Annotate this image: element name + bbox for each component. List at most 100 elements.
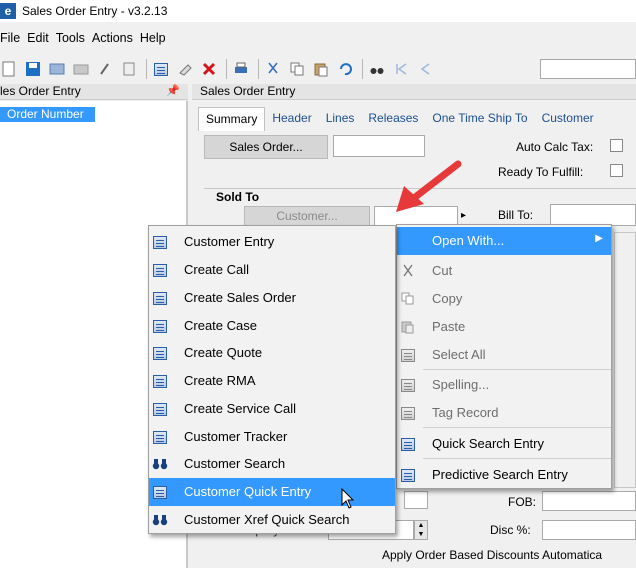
- copy-icon[interactable]: [288, 60, 306, 78]
- tag-icon: [400, 405, 416, 421]
- toolbar-separator: [146, 59, 147, 79]
- submenu-item-create-sales-order[interactable]: Create Sales Order: [149, 284, 395, 312]
- submenu-item-customer-quick-entry[interactable]: Customer Quick Entry: [149, 478, 395, 506]
- submenu-item-create-service-call[interactable]: Create Service Call: [149, 395, 395, 423]
- menu-item-copy[interactable]: Copy: [397, 285, 611, 313]
- menu-item-cut[interactable]: Cut: [397, 257, 611, 285]
- bill-to-label: Bill To:: [498, 208, 534, 222]
- fob-label: FOB:: [508, 495, 537, 509]
- paste-icon: [400, 319, 416, 335]
- submenu-item-customer-xref-quick-search[interactable]: Customer Xref Quick Search: [149, 506, 395, 534]
- print-icon[interactable]: [232, 60, 250, 78]
- menu-separator: [423, 427, 611, 428]
- fob-input[interactable]: [542, 491, 636, 511]
- submenu-item-customer-search[interactable]: Customer Search: [149, 450, 395, 478]
- auto-calc-tax-label: Auto Calc Tax:: [516, 140, 594, 154]
- submenu-item-create-rma[interactable]: Create RMA: [149, 367, 395, 395]
- cut-icon[interactable]: [264, 60, 282, 78]
- menu-item-paste[interactable]: Paste: [397, 313, 611, 341]
- submenu-item-customer-tracker[interactable]: Customer Tracker: [149, 423, 395, 451]
- grid-icon: [152, 234, 168, 250]
- sold-to-label: Sold To: [216, 190, 260, 204]
- binoculars-icon[interactable]: [368, 60, 386, 78]
- chevron-right-icon: ▶: [595, 233, 603, 244]
- annotation-arrow-icon: [396, 160, 462, 212]
- tab-releases[interactable]: Releases: [361, 107, 425, 131]
- grid-icon: [152, 401, 168, 417]
- tab-one-time-ship-to[interactable]: One Time Ship To: [425, 107, 534, 131]
- copy-icon: [400, 291, 416, 307]
- toolbar-separator: [226, 59, 227, 79]
- menu-item-select-all[interactable]: Select All: [397, 341, 611, 369]
- tab-summary[interactable]: Summary: [198, 107, 266, 131]
- record-search-input[interactable]: [540, 59, 636, 79]
- right-side-panel: [614, 232, 636, 488]
- menu-item-predictive-search-entry[interactable]: Predictive Search Entry: [397, 461, 611, 489]
- menu-help[interactable]: Help: [140, 31, 169, 49]
- eraser-icon[interactable]: [176, 60, 194, 78]
- submenu-item-create-quote[interactable]: Create Quote: [149, 339, 395, 367]
- left-panel-title: les Order Entry: [0, 84, 81, 98]
- scissors-icon: [400, 263, 416, 279]
- disc-label: Disc %:: [490, 523, 531, 537]
- menu-file[interactable]: File: [0, 31, 23, 49]
- tab-lines[interactable]: Lines: [319, 107, 362, 131]
- pin-icon[interactable]: 📌: [166, 84, 180, 99]
- app-icon: e: [0, 3, 16, 19]
- menu-bar: File Edit Tools Actions Help: [0, 31, 173, 49]
- grid-icon: [152, 484, 168, 500]
- grid-toolbar-icon[interactable]: [152, 60, 170, 78]
- new-icon[interactable]: [0, 60, 18, 78]
- tab-header[interactable]: Header: [265, 107, 318, 131]
- auto-calc-tax-checkbox[interactable]: [610, 139, 623, 152]
- menu-item-spelling[interactable]: Spelling...: [397, 371, 611, 399]
- disc-input[interactable]: [542, 520, 636, 540]
- first-record-icon[interactable]: [392, 60, 410, 78]
- menu-tools[interactable]: Tools: [56, 31, 88, 49]
- right-panel-header: Sales Order Entry: [192, 84, 636, 100]
- apply-discounts-label: Apply Order Based Discounts Automatica: [382, 548, 603, 562]
- grid-icon: [152, 290, 168, 306]
- menu-item-quick-search-entry[interactable]: Quick Search Entry: [397, 430, 611, 458]
- book-icon[interactable]: [48, 60, 66, 78]
- ready-to-fulfill-checkbox[interactable]: [610, 164, 623, 177]
- customer-button[interactable]: Customer...: [244, 206, 370, 226]
- menu-item-tag-record[interactable]: Tag Record: [397, 399, 611, 427]
- bill-to-input[interactable]: [550, 204, 636, 226]
- ship-by-spinner-icon[interactable]: ▲ ▼: [414, 520, 428, 540]
- menu-item-open-with[interactable]: Open With... ▶: [397, 227, 611, 255]
- grid-icon: [152, 345, 168, 361]
- tree-item-order-number[interactable]: Order Number: [0, 107, 95, 122]
- attach-icon[interactable]: [96, 60, 114, 78]
- undo-icon[interactable]: [336, 60, 354, 78]
- binoculars-icon: [152, 456, 168, 472]
- spelling-icon: [400, 377, 416, 393]
- window-title: Sales Order Entry - v3.2.13: [22, 4, 168, 18]
- submenu-item-customer-entry[interactable]: Customer Entry: [149, 228, 395, 256]
- lower-left-input[interactable]: [404, 491, 428, 509]
- toolbar-separator: [258, 59, 259, 79]
- menu-actions[interactable]: Actions: [92, 31, 136, 49]
- save-icon[interactable]: [24, 60, 42, 78]
- previous-record-icon[interactable]: [416, 60, 434, 78]
- folder-icon[interactable]: [72, 60, 90, 78]
- tab-customer[interactable]: Customer: [535, 107, 601, 131]
- left-panel-header: les Order Entry 📌: [0, 84, 188, 100]
- submenu-item-create-case[interactable]: Create Case: [149, 312, 395, 340]
- context-menu: Open With... ▶ Cut Copy Paste Select All…: [396, 224, 612, 489]
- paste-icon[interactable]: [312, 60, 330, 78]
- document-icon[interactable]: [120, 60, 138, 78]
- grid-icon: [152, 262, 168, 278]
- ready-to-fulfill-label: Ready To Fulfill:: [498, 165, 584, 179]
- sales-order-input[interactable]: [333, 135, 425, 157]
- binoculars-icon: [152, 512, 168, 528]
- menu-edit[interactable]: Edit: [27, 31, 52, 49]
- sales-order-button[interactable]: Sales Order...: [204, 135, 328, 159]
- mouse-cursor-icon: [341, 488, 355, 509]
- grid-icon: [152, 373, 168, 389]
- grid-icon: [400, 436, 416, 452]
- toolbar-separator: [362, 59, 363, 79]
- submenu-item-create-call[interactable]: Create Call: [149, 256, 395, 284]
- delete-icon[interactable]: [200, 60, 218, 78]
- toolbar: [0, 56, 636, 82]
